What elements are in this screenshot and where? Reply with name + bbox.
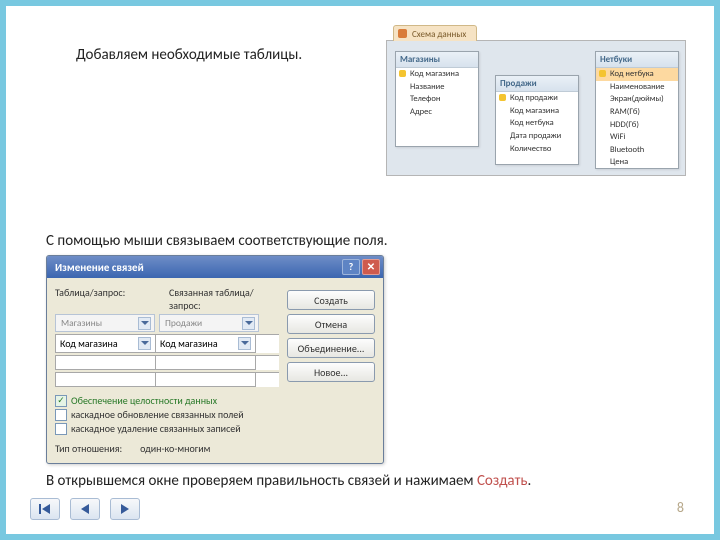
chevron-down-icon [138,337,151,350]
table-field: Код продажи [496,92,578,105]
field-cell-empty[interactable] [156,373,256,387]
dialog-title-text: Изменение связей [55,261,144,274]
field-cell-left[interactable]: Код магазина [56,335,156,353]
instruction-3: В открывшемся окне проверяем правильност… [46,472,684,492]
table-field: Дата продажи [496,130,578,143]
checkbox-cascade-update[interactable]: каскадное обновление связанных полей [55,408,375,421]
field-cell-value: Код магазина [60,337,118,350]
schema-diagram: Схема данных Магазины Код магазина Назва… [386,40,686,176]
checkbox-integrity[interactable]: ✓ Обеспечение целостности данных [55,394,375,407]
table-field: Экран(дюймы) [596,93,678,106]
checkbox-icon [55,409,67,421]
schema-tab: Схема данных [393,25,477,41]
new-button[interactable]: Новое... [287,362,375,382]
checkbox-label: Обеспечение целостности данных [71,394,217,407]
table-box-netbooks: Нетбуки Код нетбука Наименование Экран(д… [595,51,679,169]
table-title: Магазины [396,52,478,68]
table-field: Bluetooth [596,144,678,157]
field-cell-empty[interactable] [56,373,156,387]
nav-next-button[interactable] [110,498,140,520]
join-button[interactable]: Объединение... [287,338,375,358]
table-field: Цена [596,156,678,169]
checkbox-icon [55,423,67,435]
dropdown-left-table[interactable]: Магазины [55,314,155,332]
table-field: Телефон [396,93,478,106]
field-cell-value: Код магазина [160,337,218,350]
table-field: Код нетбука [596,68,678,81]
table-field: Наименование [596,81,678,94]
edit-relationships-dialog: Изменение связей ? ✕ Таблица/запрос: Свя… [46,255,384,464]
instruction-2: С помощью мыши связываем соответствующие… [46,232,684,250]
instruction-3c: . [527,472,531,490]
relation-type-label: Тип отношения: [55,442,122,455]
table-field: RAM(Гб) [596,106,678,119]
relation-type-value: один-ко-многим [140,442,210,455]
field-cell-empty[interactable] [56,356,156,370]
field-cell-right[interactable]: Код магазина [156,335,256,353]
table-field: WiFi [596,131,678,144]
chevron-down-icon [238,337,251,350]
label-table-query: Таблица/запрос: [55,286,165,312]
dialog-titlebar: Изменение связей ? ✕ [47,256,383,278]
chevron-down-icon [242,317,255,330]
table-field: Код магазина [496,105,578,118]
dropdown-value: Магазины [61,317,102,329]
table-field: Код нетбука [496,117,578,130]
table-field: HDD(Гб) [596,119,678,132]
dropdown-value: Продажи [165,317,202,329]
nav-prev-button[interactable] [70,498,100,520]
dropdown-right-table[interactable]: Продажи [159,314,259,332]
table-title: Продажи [496,76,578,92]
close-button[interactable]: ✕ [362,259,380,275]
checkbox-icon: ✓ [55,395,67,407]
instruction-1: Добавляем необходимые таблицы. [76,46,302,64]
field-cell-empty[interactable] [156,356,256,370]
instruction-3-highlight: Создать [477,472,528,490]
table-field: Код магазина [396,68,478,81]
page-number: 8 [677,499,684,516]
help-button[interactable]: ? [342,259,360,275]
checkbox-label: каскадное обновление связанных полей [71,408,244,421]
table-box-sales: Продажи Код продажи Код магазина Код нет… [495,75,579,165]
table-box-stores: Магазины Код магазина Название Телефон А… [395,51,479,147]
table-title: Нетбуки [596,52,678,68]
label-related-table: Связанная таблица/запрос: [169,286,279,312]
create-button[interactable]: Создать [287,290,375,310]
table-field: Адрес [396,106,478,119]
table-field: Название [396,81,478,94]
cancel-button[interactable]: Отмена [287,314,375,334]
chevron-down-icon [138,317,151,330]
checkbox-cascade-delete[interactable]: каскадное удаление связанных записей [55,422,375,435]
checkbox-label: каскадное удаление связанных записей [71,422,241,435]
table-field: Количество [496,143,578,156]
instruction-3a: В открывшемся окне проверяем правильност… [46,472,474,490]
nav-first-button[interactable] [30,498,60,520]
